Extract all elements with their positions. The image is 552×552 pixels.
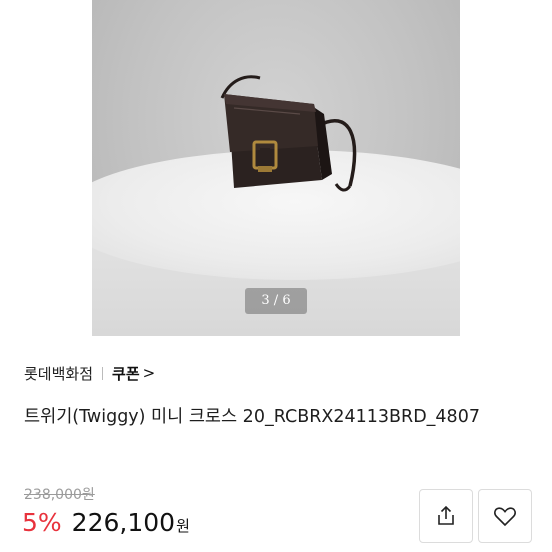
product-image-gallery[interactable]: 3 / 6: [0, 0, 552, 336]
price-row: 5% 226,100 원: [22, 508, 190, 537]
image-page-indicator: 3 / 6: [245, 288, 307, 314]
heart-icon: [494, 507, 516, 527]
original-price: 238,000원: [24, 487, 95, 503]
gallery-right-margin: [460, 0, 552, 336]
seller-row: 롯데백화점 쿠폰 >: [24, 362, 155, 384]
seller-name[interactable]: 롯데백화점: [24, 363, 93, 384]
coupon-link[interactable]: 쿠폰 >: [112, 363, 155, 384]
sale-price: 226,100: [71, 508, 176, 537]
share-button[interactable]: [419, 489, 473, 543]
seller-divider: [102, 366, 104, 380]
currency-unit: 원: [176, 517, 190, 535]
product-bag-image: [220, 75, 357, 192]
discount-rate: 5%: [22, 508, 62, 537]
product-title: 트위기(Twiggy) 미니 크로스 20_RCBRX24113BRD_4807: [24, 407, 480, 427]
gallery-left-margin: [0, 0, 92, 336]
share-icon: [438, 505, 454, 525]
chevron-right-icon: >: [142, 364, 156, 382]
wishlist-button[interactable]: [478, 489, 532, 543]
coupon-label: 쿠폰: [112, 364, 140, 383]
